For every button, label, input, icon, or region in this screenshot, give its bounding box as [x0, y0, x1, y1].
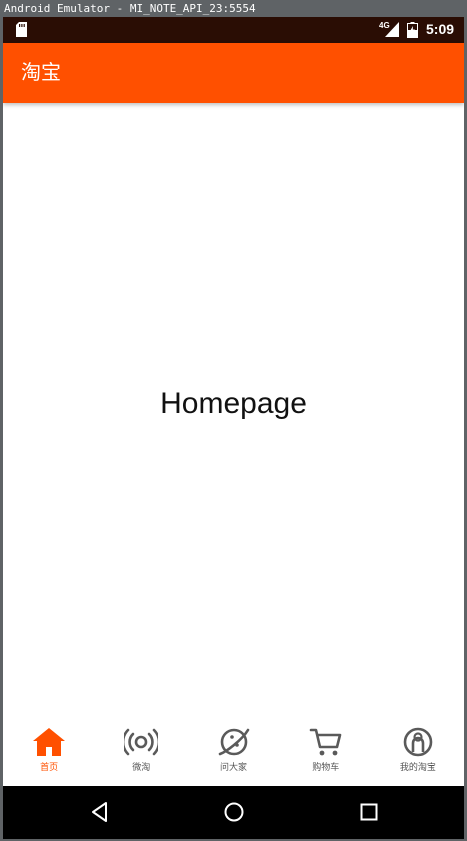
app-title: 淘宝: [21, 60, 61, 84]
back-icon[interactable]: [88, 800, 112, 824]
broadcast-icon: [124, 728, 159, 756]
page-label: Homepage: [160, 387, 307, 420]
nav-item-home[interactable]: 首页: [3, 714, 95, 786]
profile-icon: [403, 727, 433, 757]
home-circle-icon[interactable]: [222, 800, 246, 824]
nav-label: 我的淘宝: [399, 763, 436, 773]
battery-icon: [407, 22, 418, 38]
device-screen: 4G 5:09 淘宝 Homepage 首页 微淘 问大家 购物车 我的淘宝: [3, 17, 464, 839]
status-clock: 5:09: [426, 21, 455, 37]
sd-card-icon: [16, 22, 27, 37]
emulator-window-title: Android Emulator - MI_NOTE_API_23:5554: [0, 0, 467, 17]
nav-item-cart[interactable]: 购物车: [280, 714, 372, 786]
planet-icon: [218, 728, 249, 756]
nav-label: 首页: [40, 763, 59, 773]
system-navigation-bar: [3, 786, 464, 839]
recents-icon[interactable]: [357, 800, 381, 824]
nav-item-my-taobao[interactable]: 我的淘宝: [372, 714, 464, 786]
nav-item-weitao[interactable]: 微淘: [95, 714, 187, 786]
nav-label: 购物车: [312, 763, 340, 773]
signal-icon: [385, 22, 399, 37]
home-icon: [33, 728, 66, 756]
status-bar: 4G 5:09: [3, 17, 464, 43]
main-content: Homepage: [3, 103, 464, 714]
app-toolbar: 淘宝: [3, 43, 464, 103]
nav-label: 问大家: [220, 763, 248, 773]
nav-item-ask[interactable]: 问大家: [187, 714, 279, 786]
bottom-navigation: 首页 微淘 问大家 购物车 我的淘宝: [3, 714, 464, 786]
cart-icon: [309, 728, 342, 756]
nav-label: 微淘: [132, 763, 151, 773]
